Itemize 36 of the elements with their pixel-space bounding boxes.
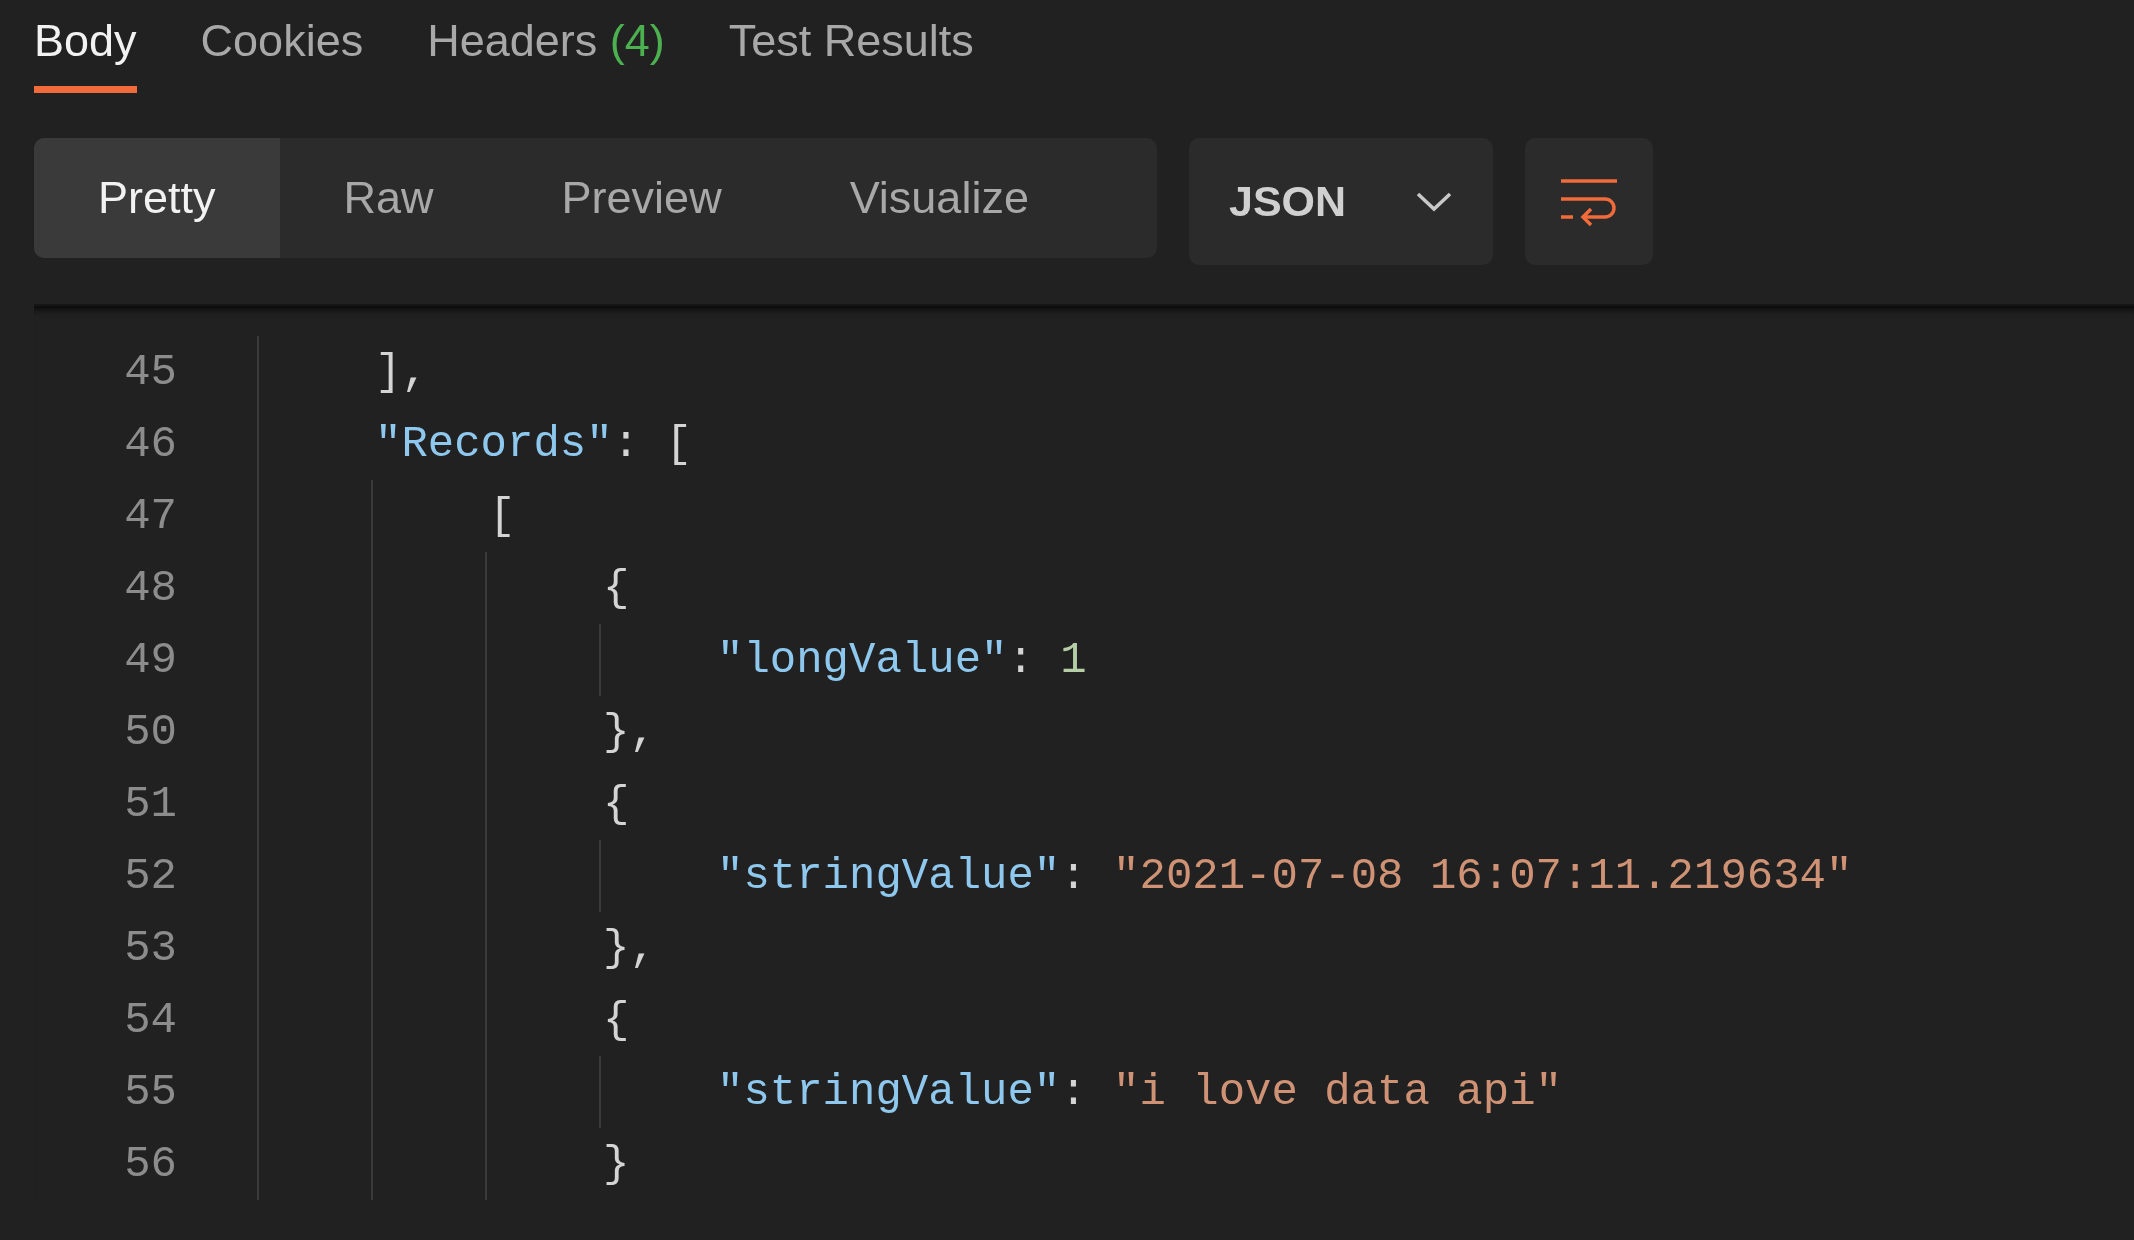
- line-number: 53: [123, 922, 177, 975]
- tab[interactable]: Headers (4): [427, 0, 665, 93]
- tab[interactable]: Body: [34, 0, 137, 93]
- code-line: "stringValue": "2021-07-08 16:07:11.219634": [717, 850, 1853, 903]
- line-number: 52: [123, 850, 177, 903]
- wrap-lines-button[interactable]: [1525, 138, 1653, 265]
- tab[interactable]: Test Results: [728, 0, 974, 93]
- line-number: 49: [123, 634, 177, 687]
- line-number: 46: [123, 418, 177, 471]
- view-mode-tab[interactable]: Visualize: [785, 138, 1093, 258]
- code-line: }: [603, 1138, 630, 1191]
- code-line: },: [603, 706, 656, 759]
- line-number: 55: [123, 1066, 177, 1119]
- chevron-down-icon: [1415, 190, 1453, 213]
- code-line: [: [489, 490, 516, 543]
- line-number: 56: [123, 1138, 177, 1191]
- code-line: ],: [375, 346, 428, 399]
- view-mode-tab[interactable]: Preview: [497, 138, 786, 258]
- code-line: {: [603, 994, 630, 1047]
- line-number: 47: [123, 490, 177, 543]
- code-line: "longValue": 1: [717, 634, 1087, 687]
- line-number: 45: [123, 346, 177, 399]
- tab[interactable]: Cookies: [200, 0, 364, 93]
- line-number: 50: [123, 706, 177, 759]
- code-line: {: [603, 778, 630, 831]
- format-dropdown[interactable]: JSON: [1189, 138, 1493, 265]
- wrap-lines-icon: [1559, 176, 1619, 227]
- code-line: "stringValue": "i love data api": [717, 1066, 1562, 1119]
- code-line: {: [603, 562, 630, 615]
- view-mode-tab[interactable]: Raw: [279, 138, 498, 258]
- code-line: "Records": [: [375, 418, 692, 471]
- code-line: },: [603, 922, 656, 975]
- line-number: 54: [123, 994, 177, 1047]
- view-mode-tab[interactable]: Pretty: [34, 138, 280, 258]
- line-number: 51: [123, 778, 177, 831]
- line-number: 48: [123, 562, 177, 615]
